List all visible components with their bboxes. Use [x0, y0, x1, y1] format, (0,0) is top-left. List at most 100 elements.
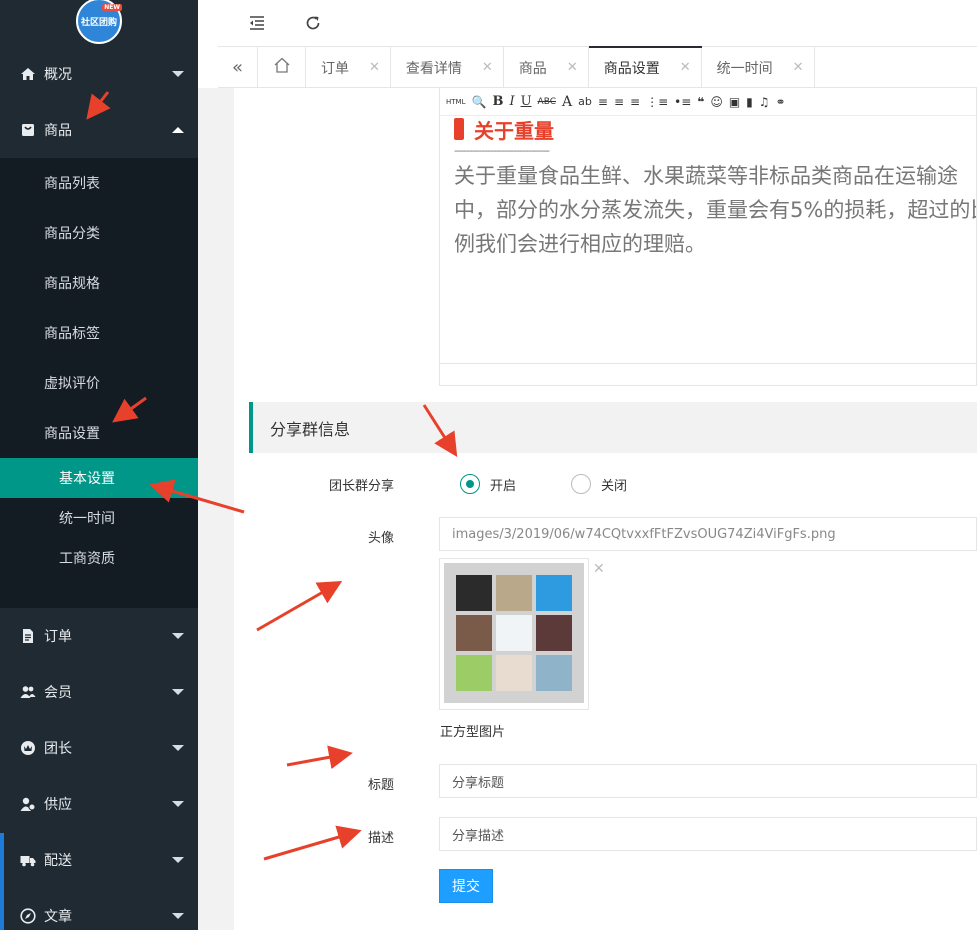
- chevron-down-icon: [172, 745, 184, 751]
- submenu-item-goods-tag[interactable]: 商品标签: [0, 308, 198, 358]
- heading-bar: [454, 118, 464, 140]
- editor-divider: --------------------------------: [454, 144, 550, 157]
- share-title-input[interactable]: 分享标题: [439, 764, 977, 798]
- tab-unified-time[interactable]: 统一时间 ✕: [702, 47, 815, 88]
- video-icon[interactable]: ▮: [746, 95, 753, 109]
- emoji-icon[interactable]: ☺: [710, 95, 723, 109]
- close-icon[interactable]: ✕: [369, 60, 380, 75]
- home-icon: [20, 66, 36, 82]
- highlight-button[interactable]: ab: [578, 95, 592, 108]
- refresh-icon[interactable]: [303, 13, 323, 33]
- submenu-item-virtual-review[interactable]: 虚拟评价: [0, 358, 198, 408]
- submit-button[interactable]: 提交: [439, 869, 493, 903]
- tab-view-details[interactable]: 查看详情 ✕: [391, 47, 504, 88]
- section-header: 分享群信息: [249, 402, 977, 453]
- unordered-list-icon[interactable]: •≡: [674, 95, 691, 109]
- radio-enable[interactable]: 开启: [460, 474, 516, 494]
- sidebar-item-goods[interactable]: 商品: [0, 102, 198, 158]
- tab-goods-settings[interactable]: 商品设置 ✕: [588, 46, 702, 88]
- radio-enable-label: 开启: [490, 478, 517, 494]
- title-label: 标题: [367, 778, 394, 793]
- submenu-item-goods-spec[interactable]: 商品规格: [0, 258, 198, 308]
- file-icon: [20, 628, 36, 644]
- avatar-image: [444, 563, 584, 703]
- remove-image-icon[interactable]: ✕: [593, 561, 605, 577]
- strikethrough-button[interactable]: ABC: [538, 97, 556, 107]
- logo-badge: NEW: [102, 4, 122, 11]
- submenu-item-basic-settings[interactable]: 基本设置: [0, 458, 198, 498]
- goods-submenu: 商品列表 商品分类 商品规格 商品标签 虚拟评价 商品设置 基本设置 统一时间 …: [0, 158, 198, 608]
- submenu-item-goods-settings[interactable]: 商品设置: [0, 408, 198, 458]
- tab-bar: « 订单 ✕ 查看详情 ✕ 商品 ✕ 商品设置 ✕ 统一时间 ✕: [218, 46, 977, 88]
- close-icon[interactable]: ✕: [567, 60, 578, 75]
- font-color-button[interactable]: A: [562, 94, 572, 110]
- avatar-label: 头像: [367, 531, 394, 546]
- tab-scroll-left-button[interactable]: «: [218, 47, 258, 88]
- sidebar-item-label: 配送: [44, 853, 72, 869]
- sidebar-item-orders[interactable]: 订单: [0, 608, 198, 664]
- truck-icon: [20, 852, 36, 868]
- supplier-icon: [20, 796, 36, 812]
- radio-disable[interactable]: 关闭: [571, 474, 627, 494]
- avatar-thumbnail[interactable]: [439, 558, 589, 710]
- align-left-icon[interactable]: ≡: [598, 95, 608, 109]
- sidebar-item-label: 团长: [44, 741, 72, 757]
- avatar-path-input[interactable]: images/3/2019/06/w74CQtvxxfFtFZvsOUG74Zi…: [439, 517, 977, 551]
- editor-heading-text: 关于重量: [474, 118, 554, 143]
- sidebar-item-overview[interactable]: 概况: [0, 46, 198, 102]
- ordered-list-icon[interactable]: ⋮≡: [646, 95, 668, 109]
- tab-label: 统一时间: [716, 60, 773, 77]
- submenu-item-goods-category[interactable]: 商品分类: [0, 208, 198, 258]
- top-bar: [198, 0, 977, 46]
- bold-button[interactable]: B: [492, 94, 503, 109]
- sidebar-item-label: 商品: [44, 123, 72, 139]
- html-source-button[interactable]: HTML: [446, 98, 465, 106]
- tab-label: 商品设置: [603, 60, 660, 77]
- submenu-item-unified-time[interactable]: 统一时间: [0, 498, 198, 538]
- sidebar-item-label: 订单: [44, 629, 72, 645]
- chevron-down-icon: [172, 71, 184, 77]
- submenu-item-goods-list[interactable]: 商品列表: [0, 158, 198, 208]
- italic-button[interactable]: I: [509, 94, 514, 109]
- chevron-down-icon: [172, 689, 184, 695]
- tab-goods[interactable]: 商品 ✕: [504, 47, 589, 88]
- close-icon[interactable]: ✕: [680, 60, 691, 75]
- avatar-hint: 正方型图片: [440, 725, 506, 740]
- submenu-label: 商品设置: [44, 426, 100, 442]
- align-center-icon[interactable]: ≡: [614, 95, 624, 109]
- chevron-down-icon: [172, 801, 184, 807]
- editor-body[interactable]: 关于重量 -------------------------------- 关于…: [454, 116, 976, 261]
- submenu-label: 商品规格: [44, 276, 100, 292]
- close-icon[interactable]: ✕: [482, 60, 493, 75]
- zoom-icon[interactable]: 🔍: [471, 95, 486, 109]
- sidebar-item-label: 供应: [44, 797, 72, 813]
- sidebar-item-members[interactable]: 会员: [0, 664, 198, 720]
- submenu-item-business-qualification[interactable]: 工商资质: [0, 538, 198, 578]
- close-icon[interactable]: ✕: [793, 60, 804, 75]
- sidebar-item-articles[interactable]: 文章: [0, 888, 198, 930]
- share-label: 团长群分享: [328, 479, 394, 494]
- menu-fold-icon[interactable]: [247, 13, 267, 33]
- shopping-bag-icon: [20, 122, 36, 138]
- submenu-label: 统一时间: [59, 511, 115, 527]
- link-icon[interactable]: ⚭: [776, 95, 786, 109]
- sidebar-item-leader[interactable]: 团长: [0, 720, 198, 776]
- tab-orders[interactable]: 订单 ✕: [306, 47, 391, 88]
- logo[interactable]: 社区团购 NEW: [76, 0, 122, 44]
- sidebar: 社区团购 NEW 概况 商品 商品列表 商品分类 商品规格 商品标签 虚拟评价 …: [0, 0, 198, 930]
- image-icon[interactable]: ▣: [729, 95, 740, 109]
- submenu-label: 商品列表: [44, 176, 100, 192]
- align-right-icon[interactable]: ≡: [630, 95, 640, 109]
- share-description-input[interactable]: 分享描述: [439, 817, 977, 851]
- underline-button[interactable]: U: [521, 94, 532, 109]
- tab-home[interactable]: [258, 47, 306, 88]
- quote-icon[interactable]: ❝: [697, 95, 704, 109]
- sidebar-item-delivery[interactable]: 配送: [0, 832, 198, 888]
- sidebar-item-supply[interactable]: 供应: [0, 776, 198, 832]
- sidebar-scroll-accent: [0, 833, 4, 930]
- music-icon[interactable]: ♫: [759, 95, 770, 109]
- radio-circle-checked: [460, 474, 480, 494]
- sidebar-item-label: 会员: [44, 685, 72, 701]
- rich-text-editor[interactable]: HTML 🔍 B I U ABC A ab ≡ ≡ ≡ ⋮≡ •≡ ❝ ☺ ▣ …: [439, 88, 977, 386]
- submenu-label: 基本设置: [59, 471, 115, 487]
